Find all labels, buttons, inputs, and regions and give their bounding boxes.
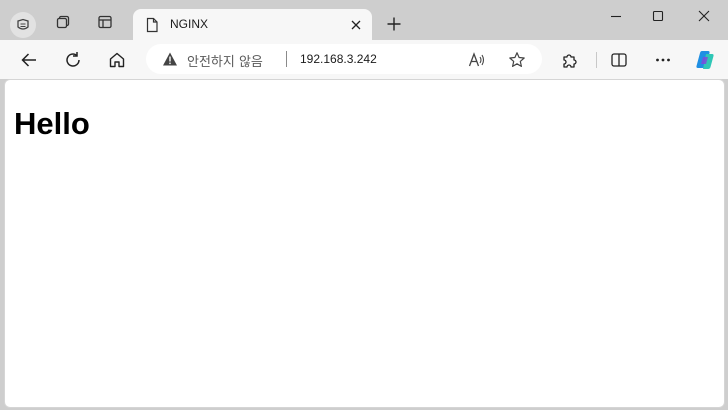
read-aloud-button[interactable] <box>467 50 487 70</box>
home-button[interactable] <box>105 48 129 72</box>
title-bar: NGINX <box>0 0 728 40</box>
refresh-button[interactable] <box>61 48 85 72</box>
toolbar-divider <box>596 52 597 68</box>
minimize-button[interactable] <box>602 5 630 27</box>
window-close-button[interactable] <box>690 5 718 27</box>
tab-nginx[interactable]: NGINX <box>133 9 372 40</box>
maximize-icon <box>652 10 664 22</box>
back-arrow-icon <box>21 53 36 67</box>
address-bar[interactable]: 안전하지 않음 192.168.3.242 <box>146 44 542 74</box>
refresh-icon <box>66 52 80 67</box>
back-button[interactable] <box>17 48 41 72</box>
close-icon <box>698 10 710 22</box>
tab-actions-icon <box>98 15 112 29</box>
new-tab-button[interactable] <box>382 12 406 36</box>
split-screen-button[interactable] <box>607 48 631 72</box>
maximize-button[interactable] <box>644 5 672 27</box>
profile-icon <box>17 18 29 30</box>
page-heading: Hello <box>14 106 90 141</box>
profile-avatar[interactable] <box>10 12 36 38</box>
more-dots-icon <box>656 58 670 62</box>
address-divider <box>286 51 287 67</box>
tab-actions-button[interactable] <box>91 8 119 36</box>
tab-close-button[interactable] <box>347 16 365 34</box>
split-screen-icon <box>611 53 627 67</box>
puzzle-icon <box>563 54 577 68</box>
workspaces-button[interactable] <box>49 8 77 36</box>
page-icon <box>146 17 158 33</box>
star-icon <box>509 52 525 67</box>
workspaces-icon <box>56 15 70 29</box>
browser-toolbar: 안전하지 않음 192.168.3.242 <box>0 40 728 79</box>
extensions-button[interactable] <box>558 48 582 72</box>
copilot-button[interactable] <box>693 48 717 72</box>
close-icon <box>351 20 361 30</box>
page-viewport[interactable]: Hello <box>4 79 725 408</box>
settings-more-button[interactable] <box>651 48 675 72</box>
read-aloud-icon <box>468 52 485 67</box>
security-status-text[interactable]: 안전하지 않음 <box>187 51 263 70</box>
tab-title: NGINX <box>170 17 209 31</box>
minimize-icon <box>611 15 621 18</box>
favorite-button[interactable] <box>507 50 527 70</box>
copilot-icon <box>696 51 714 69</box>
home-icon <box>109 52 125 68</box>
url-text[interactable]: 192.168.3.242 <box>300 52 377 66</box>
plus-icon <box>387 17 401 31</box>
warning-icon[interactable] <box>162 51 178 67</box>
